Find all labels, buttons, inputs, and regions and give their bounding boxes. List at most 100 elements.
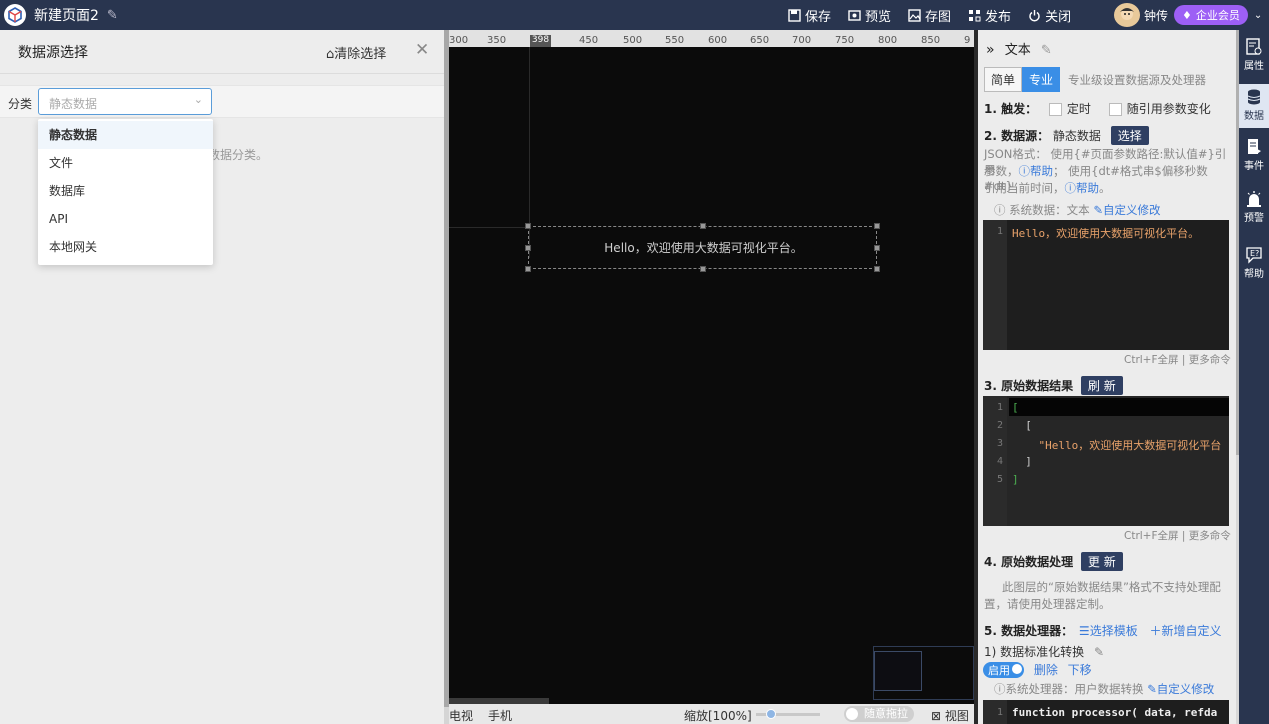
properties-icon	[1246, 38, 1262, 55]
choose-template-link[interactable]: ☰选择模板	[1079, 624, 1138, 638]
edit-title-icon[interactable]: ✎	[107, 8, 118, 23]
vip-badge[interactable]: ♦ 企业会员	[1174, 5, 1248, 25]
collapse-icon[interactable]: »	[986, 42, 995, 58]
resize-handle[interactable]	[700, 223, 706, 229]
resize-handle[interactable]	[525, 223, 531, 229]
side-nav-data[interactable]: 数据	[1239, 84, 1269, 128]
param-change-checkbox[interactable]	[1108, 103, 1122, 116]
dropdown-option-file[interactable]: 文件	[38, 149, 213, 177]
save-button[interactable]: 保存	[788, 6, 831, 25]
publish-button[interactable]: 发布	[968, 6, 1011, 25]
save-image-button[interactable]: 存图	[908, 6, 951, 25]
zoom-slider-handle[interactable]	[766, 709, 776, 719]
dropdown-option-database[interactable]: 数据库	[38, 177, 213, 205]
side-nav-properties[interactable]: 属性	[1239, 34, 1269, 80]
raw-result-viewer[interactable]: 1 2 3 4 5 [ [ "Hello，欢迎使用大数据可视化平台 ] ]	[983, 396, 1229, 526]
minimap[interactable]	[873, 646, 974, 700]
clear-selection-button[interactable]: ⌂清除选择	[326, 43, 386, 62]
add-custom-link[interactable]: ＋新增自定义	[1150, 624, 1222, 638]
mode-simple-tab[interactable]: 简单	[984, 67, 1023, 92]
add-custom-label: 新增自定义	[1161, 624, 1222, 638]
line-number: 1	[996, 707, 1003, 718]
editor-footer[interactable]: Ctrl+F全屏 | 更多命令	[1124, 528, 1231, 543]
resize-handle[interactable]	[525, 245, 531, 251]
editor-line: "Hello，欢迎使用大数据可视化平台	[1012, 439, 1222, 452]
chevron-down-icon[interactable]: ⌄	[1254, 10, 1262, 21]
enable-toggle[interactable]: 启用	[983, 662, 1024, 678]
datasource-row: 2. 数据源： 静态数据 选择	[984, 126, 1149, 145]
timer-checkbox[interactable]	[1048, 103, 1062, 116]
json-help-text: 。	[1099, 181, 1111, 195]
ruler-tick: 650	[750, 35, 770, 46]
resize-handle[interactable]	[874, 266, 880, 272]
update-button[interactable]: 更 新	[1080, 552, 1123, 571]
process-note-2: 置，请使用处理器定制。	[984, 597, 1111, 611]
side-nav-help[interactable]: E? 帮助	[1239, 242, 1269, 288]
datasource-label: 2. 数据源：	[984, 129, 1050, 143]
preview-label: 预览	[865, 9, 892, 25]
side-nav-alarm[interactable]: 预警	[1239, 186, 1269, 232]
mode-pro-tab[interactable]: 专业	[1022, 67, 1061, 92]
dropdown-option-api[interactable]: API	[38, 205, 213, 233]
alarm-icon	[1247, 191, 1261, 207]
help-link-label: 帮助	[1030, 164, 1053, 178]
datasource-editor[interactable]: 1 Hello，欢迎使用大数据可视化平台。	[983, 220, 1229, 350]
help-link-label: 帮助	[1076, 181, 1099, 195]
delete-link[interactable]: 删除	[1034, 663, 1058, 677]
horizontal-ruler: 300 350 450 500 550 600 650 700 750 800 …	[449, 30, 974, 47]
line-number: 1	[996, 402, 1003, 413]
chevron-down-icon: ⌄	[193, 93, 203, 106]
side-nav-events[interactable]: 事件	[1239, 134, 1269, 180]
resize-handle[interactable]	[874, 245, 880, 251]
close-icon[interactable]: ✕	[415, 40, 429, 60]
user-menu[interactable]: 钟传 ♦ 企业会员 ⌄	[1114, 3, 1262, 27]
phone-mode-tab[interactable]: 手机	[488, 707, 512, 724]
preview-button[interactable]: 预览	[848, 6, 891, 25]
edit-icon[interactable]: ✎	[1094, 645, 1104, 659]
processor-row: 5. 数据处理器： ☰选择模板 ＋新增自定义	[984, 622, 1222, 639]
choose-template-label: 选择模板	[1089, 624, 1138, 638]
editor-gutter	[983, 220, 1007, 350]
refresh-button[interactable]: 刷 新	[1080, 376, 1123, 395]
view-button[interactable]: ⊠ 视图	[931, 707, 969, 724]
edit-icon[interactable]: ✎	[1041, 43, 1052, 58]
avatar[interactable]	[1114, 3, 1140, 27]
tv-mode-tab[interactable]: 电视	[449, 707, 473, 724]
processor-editor[interactable]: 1 function processor( data, refda	[983, 700, 1229, 724]
custom-edit-link[interactable]: ✎自定义修改	[1093, 203, 1160, 217]
editor-line: [	[1012, 401, 1019, 414]
save-icon	[788, 8, 801, 22]
editor-footer[interactable]: Ctrl+F全屏 | 更多命令	[1124, 352, 1231, 367]
select-datasource-button[interactable]: 选择	[1110, 126, 1149, 145]
help-link[interactable]: ⓘ帮助	[1065, 181, 1100, 195]
resize-handle[interactable]	[874, 223, 880, 229]
event-icon	[1248, 139, 1261, 154]
diamond-icon: ♦	[1182, 8, 1192, 22]
free-drag-toggle[interactable]: 随意拖拉	[844, 706, 914, 722]
side-nav-label: 属性	[1244, 61, 1264, 72]
json-help-line-3: 引用当前时间，ⓘ帮助。	[984, 180, 1111, 196]
side-nav: 属性 数据 事件 预警 E? 帮助	[1239, 30, 1269, 724]
ruler-tick: 700	[792, 35, 812, 46]
help-link[interactable]: ⓘ帮助	[1019, 164, 1054, 178]
minimap-viewport[interactable]	[874, 651, 922, 691]
close-page-button[interactable]: 关闭	[1028, 6, 1071, 25]
image-icon	[908, 8, 921, 22]
resize-handle[interactable]	[700, 266, 706, 272]
app-logo-icon[interactable]	[4, 4, 26, 26]
text-component[interactable]: Hello，欢迎使用大数据可视化平台。	[525, 223, 880, 272]
system-processor-label: ⓘ系统处理器：用户数据转换	[994, 682, 1144, 696]
dropdown-option-static[interactable]: 静态数据	[38, 121, 213, 149]
category-dropdown: 静态数据 文件 数据库 API 本地网关	[38, 119, 213, 265]
line-number: 4	[996, 456, 1003, 467]
category-select[interactable]: 静态数据 ⌄	[38, 88, 212, 115]
properties-panel: » 文本 ✎ 简单 专业 专业级设置数据源及处理器 1. 触发： 定时 随引用参…	[978, 30, 1236, 724]
design-canvas[interactable]: 300 350 450 500 550 600 650 700 750 800 …	[449, 30, 974, 724]
resize-handle[interactable]	[525, 266, 531, 272]
side-nav-label: 事件	[1244, 161, 1264, 172]
mode-note: 专业级设置数据源及处理器	[1068, 72, 1207, 87]
move-down-link[interactable]: 下移	[1068, 663, 1092, 677]
line-number: 3	[996, 438, 1003, 449]
custom-edit-link[interactable]: ✎自定义修改	[1147, 682, 1214, 696]
dropdown-option-local-gateway[interactable]: 本地网关	[38, 233, 213, 261]
